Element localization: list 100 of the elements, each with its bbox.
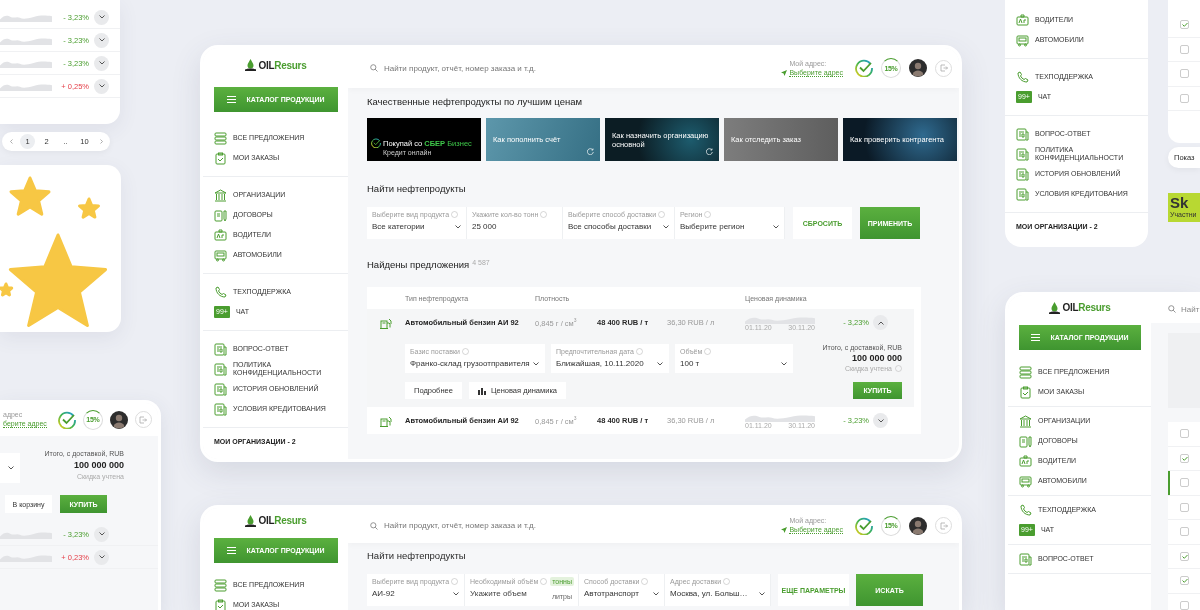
avatar [909, 59, 927, 77]
help-icon [704, 211, 712, 218]
document-pen-icon [1019, 434, 1032, 448]
stack-icon [214, 131, 227, 145]
document-icon [1016, 167, 1029, 181]
clipboard-icon [214, 598, 227, 610]
expand-button[interactable] [94, 78, 109, 94]
help-icon [540, 578, 548, 585]
total-amount: 100 000 000 [851, 353, 902, 363]
chevron-down-icon [533, 361, 539, 366]
chevron-down-icon [877, 418, 884, 423]
document-icon [1016, 187, 1029, 201]
document-icon [1016, 127, 1029, 141]
chevron-down-icon [773, 224, 779, 229]
stack-icon [1019, 365, 1032, 379]
checkbox[interactable] [1180, 20, 1189, 30]
help-icon [895, 365, 902, 372]
menu-icon [227, 547, 237, 554]
help-icon [451, 578, 459, 585]
vehicle-icon [214, 248, 227, 262]
section-title: Найдены предложения [367, 259, 470, 271]
checkbox[interactable] [1180, 502, 1189, 512]
menu-icon [227, 96, 237, 103]
avatar [109, 410, 128, 429]
help-icon [540, 211, 548, 218]
help-icon [461, 348, 469, 355]
document-icon [1016, 147, 1029, 161]
search-icon [1168, 305, 1176, 313]
check-logo-icon [371, 138, 381, 148]
logo-icon [1048, 301, 1060, 314]
logout-button[interactable] [134, 411, 152, 428]
document-pen-icon [214, 208, 227, 222]
replay-icon [587, 148, 594, 155]
location-arrow-icon [781, 527, 788, 533]
logout-icon [139, 415, 148, 424]
expand-button[interactable] [94, 32, 109, 48]
search-field[interactable]: Найт [1181, 304, 1200, 314]
search-field[interactable]: Найти продукт, отчёт, номер заказа и т.д. [384, 63, 782, 73]
building-icon [1019, 414, 1032, 428]
checkbox[interactable] [1180, 600, 1189, 610]
checkbox[interactable] [1180, 527, 1189, 537]
avatar [909, 516, 927, 535]
expand-button[interactable] [94, 55, 109, 71]
search-field[interactable]: Найти продукт, отчёт, номер заказа и т.д. [384, 521, 782, 530]
expand-button[interactable] [873, 315, 888, 330]
search-icon [370, 521, 378, 530]
checkbox[interactable] [1180, 551, 1189, 561]
help-icon [451, 211, 459, 218]
phone-icon [1019, 503, 1032, 517]
section-title: Найти нефтепродукты [367, 183, 467, 195]
chevron-down-icon [8, 466, 14, 470]
checkbox[interactable] [1180, 93, 1189, 103]
document-icon [214, 402, 227, 416]
chevron-down-icon [98, 61, 105, 65]
logout-icon [939, 64, 948, 72]
checkbox[interactable] [1180, 429, 1189, 439]
checkbox[interactable] [1180, 576, 1189, 586]
check-logo-icon [57, 410, 76, 429]
checkbox[interactable] [1180, 44, 1189, 54]
checkbox[interactable] [1180, 69, 1189, 79]
logo-text: OILResurs [258, 59, 307, 71]
chevron-down-icon [759, 591, 765, 596]
bar-chart-icon [477, 386, 486, 395]
logo-icon [244, 514, 256, 527]
select-field[interactable] [0, 453, 20, 483]
expand-button[interactable] [94, 526, 109, 542]
logout-button[interactable] [935, 59, 952, 77]
text-input[interactable]: 25 000 [472, 222, 557, 231]
logo-text: OILResurs [1062, 302, 1111, 313]
chevron-right-icon [99, 139, 103, 144]
badge-mark: Sk [1170, 195, 1190, 211]
checkbox[interactable] [1180, 478, 1189, 488]
expand-button[interactable] [873, 413, 888, 428]
id-card-icon [1019, 454, 1032, 468]
fuel-pump-icon [379, 414, 393, 427]
expand-button[interactable] [94, 549, 109, 565]
logout-icon [939, 521, 948, 530]
expand-button[interactable] [94, 9, 109, 25]
stack-icon [214, 578, 227, 592]
clipboard-icon [1019, 385, 1032, 399]
menu-icon [1031, 334, 1041, 341]
help-icon [658, 211, 666, 218]
chevron-down-icon [98, 15, 105, 19]
chevron-down-icon [98, 532, 105, 536]
chevron-down-icon [657, 361, 663, 366]
chevron-down-icon [98, 555, 105, 559]
help-icon [723, 578, 731, 585]
checkbox[interactable] [1180, 453, 1189, 463]
vehicle-icon [1019, 474, 1032, 488]
chevron-down-icon [781, 361, 787, 366]
logo-icon [244, 59, 256, 71]
document-icon [214, 362, 227, 376]
id-card-icon [1016, 13, 1029, 27]
document-icon [214, 342, 227, 356]
chevron-down-icon [663, 224, 669, 229]
fuel-pump-icon [379, 316, 393, 329]
logo-text: OILResurs [258, 515, 307, 526]
chevron-down-icon [98, 84, 105, 88]
logout-button[interactable] [935, 517, 952, 534]
table-row[interactable] [1168, 471, 1200, 496]
